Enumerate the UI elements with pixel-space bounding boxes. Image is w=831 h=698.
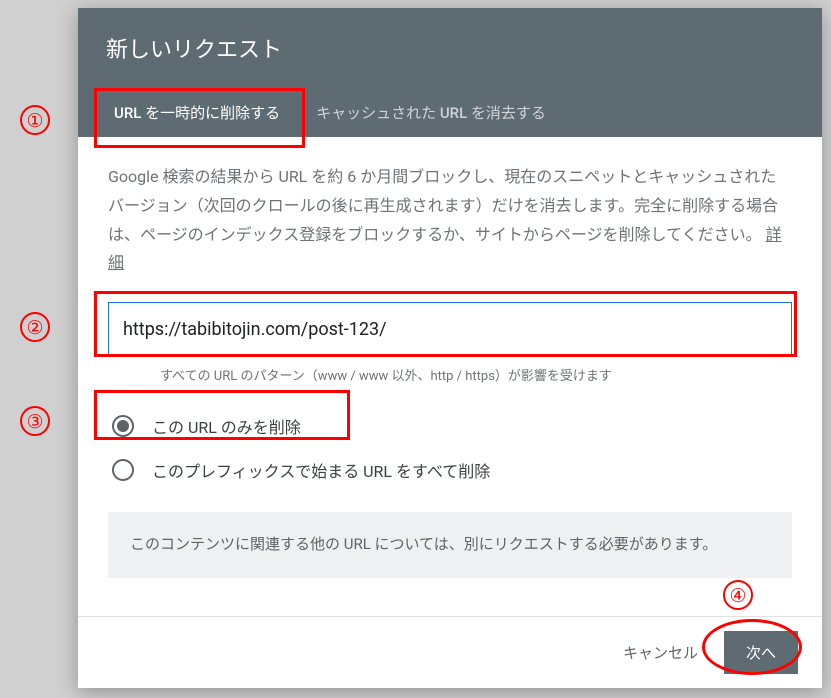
annotation-2: ② [20,312,50,342]
dialog-footer: キャンセル 次へ [78,616,822,688]
annotation-4: ④ [723,580,753,610]
radio-prefix-urls[interactable]: このプレフィックスで始まる URL をすべて削除 [108,448,792,492]
radio-label: このプレフィックスで始まる URL をすべて削除 [152,458,490,482]
dialog-header: 新しいリクエスト [78,8,822,88]
url-input[interactable] [108,302,792,357]
annotation-3: ③ [20,406,50,436]
dialog-content: Google 検索の結果から URL を約 6 か月間ブロックし、現在のスニペッ… [78,137,822,616]
request-dialog: 新しいリクエスト URL を一時的に削除する キャッシュされた URL を消去す… [78,8,822,688]
radio-group: この URL のみを削除 このプレフィックスで始まる URL をすべて削除 [108,404,792,492]
tabs: URL を一時的に削除する キャッシュされた URL を消去する [78,88,822,137]
tab-temp-remove[interactable]: URL を一時的に削除する [96,88,298,137]
next-button[interactable]: 次へ [724,631,798,674]
radio-only-this-url[interactable]: この URL のみを削除 [108,404,792,448]
dialog-title: 新しいリクエスト [106,32,794,64]
cancel-button[interactable]: キャンセル [609,632,712,673]
radio-label: この URL のみを削除 [152,414,301,438]
radio-button-icon [112,415,134,437]
radio-button-icon [112,459,134,481]
tab-clear-cache[interactable]: キャッシュされた URL を消去する [298,88,564,137]
notice-box: このコンテンツに関連する他の URL については、別にリクエストする必要がありま… [108,512,792,578]
annotation-1: ① [20,105,50,135]
description: Google 検索の結果から URL を約 6 か月間ブロックし、現在のスニペッ… [108,163,792,278]
description-text: Google 検索の結果から URL を約 6 か月間ブロックし、現在のスニペッ… [108,167,778,244]
url-input-hint: すべての URL のパターン（www / www 以外、http / https… [108,365,792,384]
